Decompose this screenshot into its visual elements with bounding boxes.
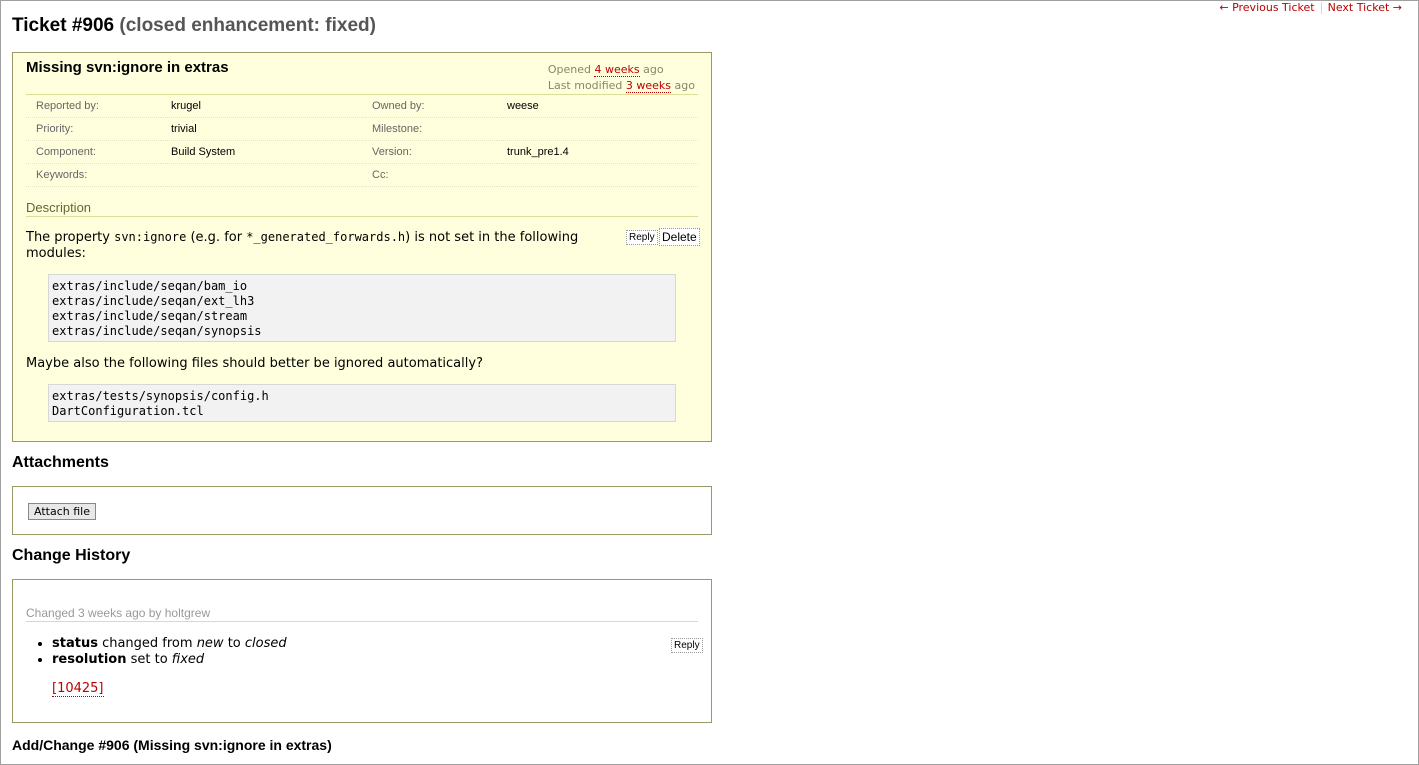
property-value: trivial (161, 117, 362, 141)
property-label: Version: (362, 140, 497, 164)
property-value: weese (497, 94, 698, 118)
modified-link[interactable]: 3 weeks (625, 79, 672, 93)
ticket-box: Missing svn:ignore in extras Opened 4 we… (12, 52, 712, 442)
property-label: Cc: (362, 163, 497, 187)
page-title: Ticket #906 (closed enhancement: fixed) (12, 15, 376, 37)
property-row: Component: Build System Version: trunk_p… (26, 140, 698, 164)
description-text: The property svn:ignore (e.g. for *_gene… (26, 230, 579, 261)
modified-date: Last modified 3 weeks ago (547, 79, 695, 93)
add-change-heading: Add/Change #906 (Missing svn:ignore in e… (12, 737, 332, 753)
property-row: Priority: trivial Milestone: (26, 117, 698, 141)
opened-link[interactable]: 4 weeks (594, 63, 640, 77)
inline-code: *_generated_forwards.h (246, 230, 406, 244)
previous-ticket-link[interactable]: ← Previous Ticket (1219, 1, 1314, 14)
property-row: Keywords: Cc: (26, 163, 698, 187)
property-value (497, 163, 698, 187)
ticket-status: (closed enhancement: fixed) (119, 15, 376, 36)
description-reply-button[interactable]: Reply (626, 230, 658, 245)
attachments-box: Attach file (12, 486, 712, 535)
property-label: Priority: (26, 117, 161, 141)
property-row: Reported by: krugel Owned by: weese (26, 94, 698, 118)
inline-code: svn:ignore (114, 230, 187, 244)
modules-code-block: extras/include/seqan/bam_io extras/inclu… (48, 274, 676, 342)
next-ticket-link[interactable]: Next Ticket → (1328, 1, 1402, 14)
property-label: Component: (26, 140, 161, 164)
change-history-heading: Change History (12, 547, 131, 564)
change-reply-button[interactable]: Reply (671, 638, 703, 653)
change-header: Changed 3 weeks ago by holtgrew (26, 606, 698, 622)
attachments-heading: Attachments (12, 454, 109, 471)
description-followup-text: Maybe also the following files should be… (26, 356, 483, 371)
property-value (161, 163, 362, 187)
change-item: resolution set to fixed (52, 652, 287, 668)
ticket-number: Ticket #906 (12, 15, 115, 36)
property-label: Owned by: (362, 94, 497, 118)
ticket-dates: Opened 4 weeks ago Last modified 3 weeks… (548, 62, 695, 94)
changeset-comment: [10425] (52, 681, 104, 697)
change-list: status changed from new to closed resolu… (38, 636, 287, 668)
ticket-summary: Missing svn:ignore in extras (26, 59, 229, 76)
property-label: Reported by: (26, 94, 161, 118)
files-code-block: extras/tests/synopsis/config.h DartConfi… (48, 384, 676, 422)
ticket-properties: Reported by: krugel Owned by: weese Prio… (26, 94, 698, 187)
property-value: Build System (161, 140, 362, 164)
description-delete-button[interactable]: Delete (659, 228, 700, 246)
property-label: Keywords: (26, 163, 161, 187)
change-item: status changed from new to closed (52, 636, 287, 652)
property-value (497, 117, 698, 141)
property-value: krugel (161, 94, 362, 118)
property-value: trunk_pre1.4 (497, 140, 698, 164)
opened-date: Opened 4 weeks ago (547, 63, 664, 77)
description-heading: Description (26, 200, 698, 217)
ticket-navigation: ← Previous Ticket Next Ticket → (1213, 1, 1408, 14)
changeset-link[interactable]: [10425] (52, 681, 104, 697)
change-history-box: Changed 3 weeks ago by holtgrew status c… (12, 579, 712, 723)
attach-file-button[interactable]: Attach file (28, 503, 96, 520)
property-label: Milestone: (362, 117, 497, 141)
